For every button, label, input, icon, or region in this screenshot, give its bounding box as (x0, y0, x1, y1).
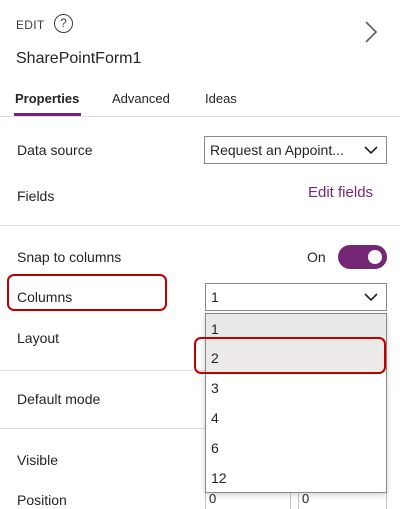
section-divider (0, 225, 400, 226)
layout-label: Layout (17, 330, 60, 346)
columns-option-4[interactable]: 4 (206, 403, 386, 433)
columns-value: 1 (211, 289, 219, 305)
tab-advanced[interactable]: Advanced (112, 91, 170, 106)
snap-to-columns-toggle[interactable] (338, 245, 387, 269)
tabs-divider (0, 116, 400, 117)
tab-ideas[interactable]: Ideas (205, 91, 237, 106)
snap-toggle-state: On (307, 249, 326, 265)
tab-properties[interactable]: Properties (15, 91, 79, 106)
visible-label: Visible (17, 452, 58, 468)
panel-mode-label: EDIT (16, 18, 45, 32)
default-mode-label: Default mode (17, 391, 101, 407)
columns-option-12[interactable]: 12 (206, 463, 386, 493)
edit-fields-link[interactable]: Edit fields (308, 184, 373, 201)
snap-to-columns-label: Snap to columns (17, 249, 122, 265)
columns-label: Columns (17, 289, 73, 305)
fields-label: Fields (17, 188, 55, 204)
chevron-down-icon (364, 293, 378, 302)
data-source-value: Request an Appoint... (210, 142, 344, 158)
option-2-highlight (194, 337, 386, 374)
columns-option-6[interactable]: 6 (206, 433, 386, 463)
section-divider (0, 428, 205, 429)
form-name-title: SharePointForm1 (16, 50, 142, 67)
position-label: Position (17, 492, 67, 508)
chevron-right-icon[interactable] (364, 20, 378, 44)
columns-dropdown[interactable]: 1 (205, 283, 387, 311)
section-divider (0, 370, 205, 371)
toggle-knob (368, 250, 382, 264)
data-source-label: Data source (17, 142, 93, 158)
columns-option-3[interactable]: 3 (206, 373, 386, 403)
chevron-down-icon (364, 146, 378, 155)
help-icon[interactable]: ? (54, 14, 73, 33)
data-source-dropdown[interactable]: Request an Appoint... (204, 136, 387, 164)
